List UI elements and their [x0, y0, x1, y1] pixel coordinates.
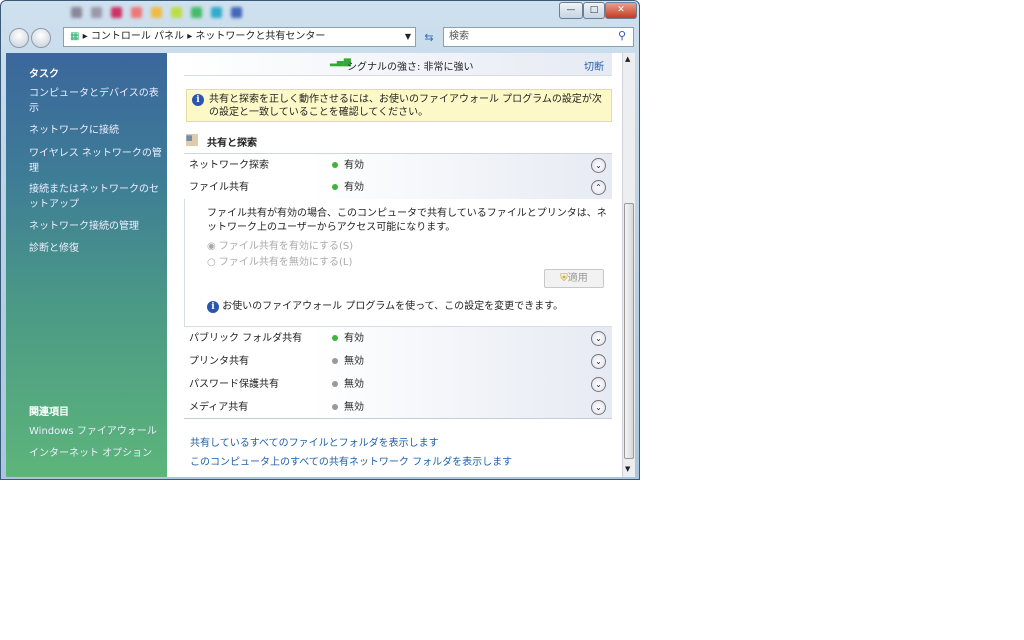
chevron-up-icon[interactable]: ⌃ [591, 180, 606, 195]
signal-text: シグナルの強さ: 非常に強い [347, 62, 474, 73]
status-on-icon [332, 335, 338, 341]
breadcrumb-control-panel[interactable]: コントロール パネル [91, 31, 184, 42]
row-status: 有効 [344, 160, 364, 171]
row-status: 有効 [344, 333, 364, 344]
sidebar-link[interactable]: インターネット オプション [29, 446, 164, 461]
notice-text: 共有と探索を正しく動作させるには、お使いのファイアウォール プログラムの設定が次… [209, 94, 602, 118]
refresh-icon[interactable]: ⇆ [419, 28, 439, 47]
window: — □ ✕ ▦ ▸ コントロール パネル ▸ ネットワークと共有センター ▼ ⇆… [0, 0, 640, 480]
row-label: ファイル共有 [189, 182, 249, 193]
close-button[interactable]: ✕ [605, 2, 637, 19]
breadcrumb-separator-icon: ▸ [82, 31, 91, 42]
row-label: パスワード保護共有 [189, 379, 279, 390]
blurred-icon [151, 7, 162, 18]
sidebar-link[interactable]: 接続またはネットワークのセットアップ [29, 182, 164, 212]
sidebar-link[interactable]: ネットワークに接続 [29, 123, 164, 138]
dropdown-icon[interactable]: ▼ [405, 28, 411, 46]
file-sharing-description: ファイル共有が有効の場合、このコンピュータで共有しているファイルとプリンタは、ネ… [207, 208, 607, 233]
blurred-icon [231, 7, 242, 18]
sidebar: タスク コンピュータとデバイスの表示 ネットワークに接続 ワイヤレス ネットワー… [6, 53, 167, 477]
back-button[interactable] [9, 28, 29, 48]
radio-disable-file-sharing[interactable]: ○ ファイル共有を無効にする(L) [207, 253, 352, 268]
show-shared-files-link[interactable]: 共有しているすべてのファイルとフォルダを表示します [190, 434, 439, 449]
status-on-icon [332, 162, 338, 168]
setting-row-network-discovery[interactable]: ネットワーク探索 有効 ⌄ [184, 153, 612, 176]
vertical-scrollbar[interactable]: ▲ ▼ [622, 53, 635, 477]
scroll-down-icon[interactable]: ▼ [625, 465, 630, 473]
row-status: 無効 [344, 356, 364, 367]
uac-shield-icon: ⛨ [560, 273, 568, 284]
firewall-note: i お使いのファイアウォール プログラムを使って、この設定を変更できます。 [207, 297, 563, 313]
address-bar[interactable]: ▦ ▸ コントロール パネル ▸ ネットワークと共有センター ▼ [63, 27, 416, 47]
setting-row-password[interactable]: パスワード保護共有 無効 ⌄ [184, 373, 612, 396]
chevron-down-icon[interactable]: ⌄ [591, 400, 606, 415]
disconnect-link[interactable]: 切断 [584, 58, 604, 73]
signal-bar: ▂▄▆ シグナルの強さ: 非常に強い 切断 [184, 53, 612, 76]
network-icon: ▦ [70, 31, 80, 42]
blurred-icon [211, 7, 222, 18]
status-off-icon [332, 381, 338, 387]
row-status: 有効 [344, 182, 364, 193]
blurred-icon [171, 7, 182, 18]
radio-enable-file-sharing[interactable]: ◉ ファイル共有を有効にする(S) [207, 237, 353, 252]
row-label: パブリック フォルダ共有 [189, 333, 303, 344]
scroll-up-icon[interactable]: ▲ [625, 55, 630, 63]
scrollbar-thumb[interactable] [624, 203, 634, 459]
apply-label: 適用 [567, 273, 588, 284]
status-off-icon [332, 404, 338, 410]
info-icon: i [192, 94, 204, 106]
setting-row-file-sharing[interactable]: ファイル共有 有効 ⌃ [184, 176, 612, 199]
apply-button[interactable]: ⛨適用 [544, 269, 604, 288]
setting-row-media[interactable]: メディア共有 無効 ⌄ [184, 396, 612, 419]
sidebar-link[interactable]: ネットワーク接続の管理 [29, 219, 164, 234]
sharing-icon: ▦ [186, 134, 198, 146]
search-icon[interactable]: ⚲ [618, 29, 626, 42]
setting-row-public-folder[interactable]: パブリック フォルダ共有 有効 ⌄ [184, 327, 612, 350]
related-heading: 関連項目 [29, 407, 69, 418]
row-label: プリンタ共有 [189, 356, 249, 367]
main-content: ▂▄▆ シグナルの強さ: 非常に強い 切断 i 共有と探索を正しく動作させるには… [167, 53, 622, 477]
setting-row-printer[interactable]: プリンタ共有 無効 ⌄ [184, 350, 612, 373]
breadcrumb-network-center[interactable]: ネットワークと共有センター [195, 31, 325, 42]
sidebar-link[interactable]: コンピュータとデバイスの表示 [29, 86, 164, 116]
section-title: 共有と探索 [207, 138, 257, 149]
blurred-icon [111, 7, 122, 18]
sidebar-link[interactable]: ワイヤレス ネットワークの管理 [29, 146, 164, 176]
row-label: ネットワーク探索 [189, 160, 269, 171]
chevron-down-icon[interactable]: ⌄ [591, 158, 606, 173]
file-sharing-panel: ファイル共有が有効の場合、このコンピュータで共有しているファイルとプリンタは、ネ… [184, 199, 612, 327]
radio-label: ファイル共有を無効にする(L) [218, 257, 353, 268]
maximize-button[interactable]: □ [583, 2, 605, 19]
chevron-down-icon[interactable]: ⌄ [591, 331, 606, 346]
search-input[interactable]: 検索 [443, 27, 634, 47]
info-icon: i [207, 301, 219, 313]
row-status: 無効 [344, 379, 364, 390]
tasks-heading: タスク [29, 69, 59, 80]
status-on-icon [332, 184, 338, 190]
minimize-button[interactable]: — [559, 2, 583, 19]
row-status: 無効 [344, 402, 364, 413]
blurred-icon [91, 7, 102, 18]
chevron-down-icon[interactable]: ⌄ [591, 377, 606, 392]
blurred-icon [71, 7, 82, 18]
firewall-note-text: お使いのファイアウォール プログラムを使って、この設定を変更できます。 [222, 301, 564, 312]
sidebar-link[interactable]: 診断と修復 [29, 241, 164, 256]
sidebar-link[interactable]: Windows ファイアウォール [29, 424, 164, 439]
blurred-icon [131, 7, 142, 18]
row-label: メディア共有 [189, 402, 249, 413]
radio-label: ファイル共有を有効にする(S) [218, 241, 354, 252]
blurred-icon [191, 7, 202, 18]
chevron-down-icon[interactable]: ⌄ [591, 354, 606, 369]
show-shared-folders-link[interactable]: このコンピュータ上のすべての共有ネットワーク フォルダを表示します [190, 453, 512, 468]
status-off-icon [332, 358, 338, 364]
firewall-notice: i 共有と探索を正しく動作させるには、お使いのファイアウォール プログラムの設定… [186, 89, 612, 122]
forward-button[interactable] [31, 28, 51, 48]
